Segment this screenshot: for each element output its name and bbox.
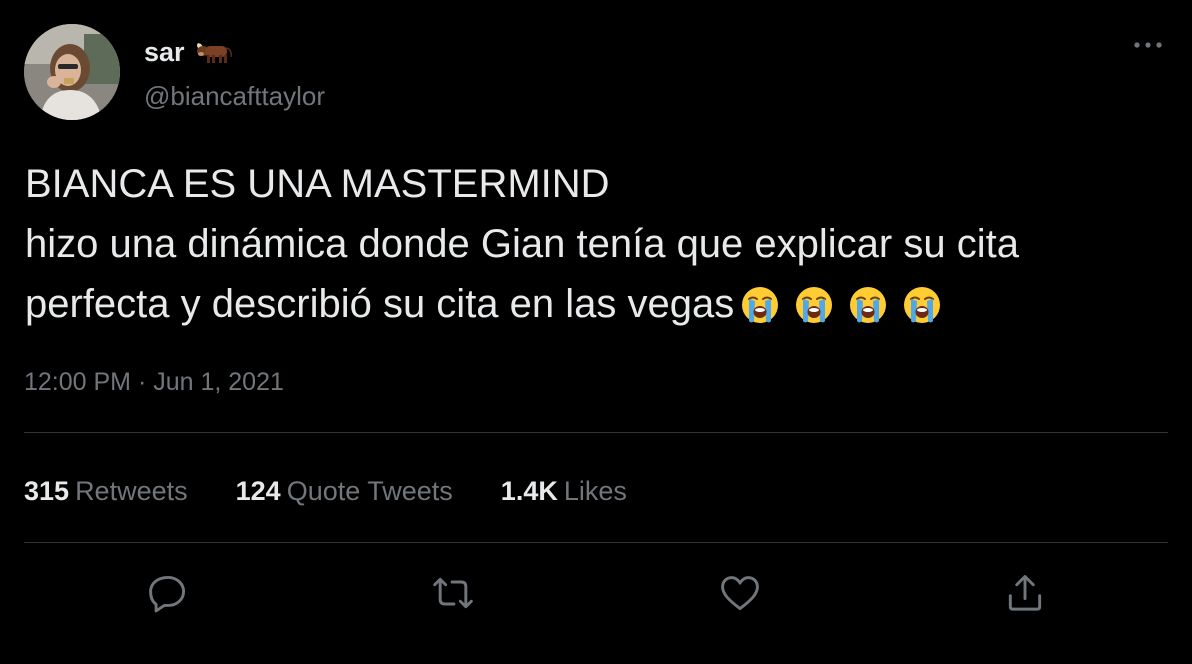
avatar[interactable]: [24, 24, 120, 120]
avatar-photo: [24, 24, 120, 120]
divider: [24, 542, 1168, 543]
action-bar: [0, 568, 1192, 618]
retweets-stat[interactable]: 315 Retweets: [24, 474, 188, 508]
retweets-label: Retweets: [75, 476, 188, 506]
quote-tweets-stat[interactable]: 124 Quote Tweets: [236, 474, 453, 508]
tweet-timestamp[interactable]: 12:00 PM · Jun 1, 2021: [24, 366, 284, 398]
loudly-crying-face-icon: [848, 282, 888, 324]
tweet-line: BIANCA ES UNA MASTERMIND: [25, 162, 610, 206]
likes-stat[interactable]: 1.4K Likes: [501, 474, 627, 508]
loudly-crying-face-icon: [740, 282, 780, 324]
user-handle[interactable]: @biancafttaylor: [144, 80, 325, 112]
likes-label: Likes: [563, 476, 627, 506]
retweet-icon[interactable]: [428, 568, 478, 618]
share-icon[interactable]: [1000, 568, 1050, 618]
retweets-count: 315: [24, 476, 70, 506]
engagement-stats: 315 Retweets 124 Quote Tweets 1.4K Likes: [24, 474, 675, 508]
ox-emoji-icon: [195, 39, 233, 65]
quote-tweets-count: 124: [235, 476, 281, 506]
loudly-crying-face-icon: [794, 282, 834, 324]
reply-icon[interactable]: [143, 568, 193, 618]
tweet-text: BIANCA ES UNA MASTERMIND hizo una dinámi…: [25, 154, 1175, 334]
more-horizontal-icon[interactable]: [1128, 30, 1168, 60]
loudly-crying-face-icon: [902, 282, 942, 324]
tweet-line: perfecta y describió su cita en las vega…: [25, 282, 735, 326]
tweet-card: sar @biancafttaylor BIANCA ES UNA MASTER…: [0, 0, 1192, 664]
display-name[interactable]: sar: [144, 36, 185, 68]
tweet-line-with-emojis: perfecta y describió su cita en las vega…: [25, 274, 1175, 334]
author-name-row[interactable]: sar: [144, 36, 233, 68]
quote-tweets-label: Quote Tweets: [286, 476, 453, 506]
tweet-line: hizo una dinámica donde Gian tenía que e…: [25, 222, 1019, 266]
emoji-row: [740, 282, 942, 324]
divider: [24, 432, 1168, 433]
likes-count: 1.4K: [500, 476, 558, 506]
heart-icon[interactable]: [715, 568, 765, 618]
